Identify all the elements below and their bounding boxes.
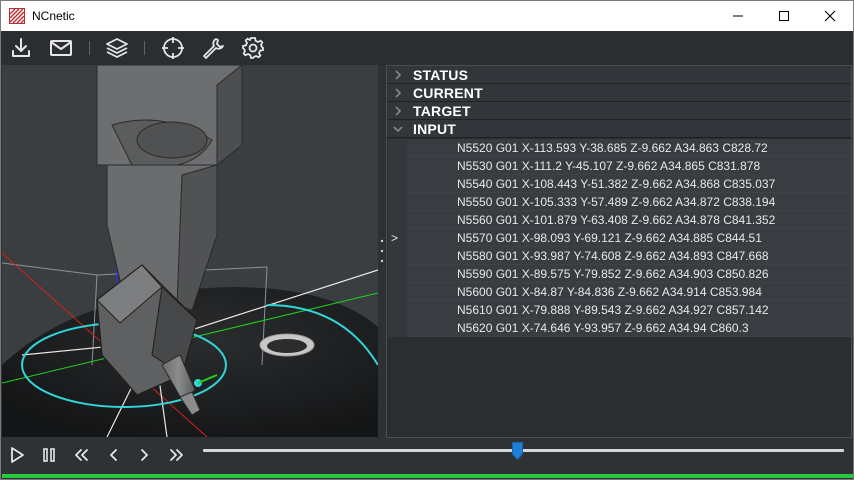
gcode-line: N5610 G01 X-79.888 Y-89.543 Z-9.662 A34.… [457,303,769,317]
section-status[interactable]: STATUS [387,66,851,84]
gcode-line: N5520 G01 X-113.593 Y-38.685 Z-9.662 A34… [457,141,768,155]
minimize-icon [733,15,743,17]
list-item[interactable]: N5550 G01 X-105.333 Y-57.489 Z-9.662 A34… [407,193,851,211]
machine-scene [2,65,378,437]
window-title: NCnetic [32,9,75,23]
maximize-icon [779,11,789,21]
maximize-button[interactable] [761,1,807,31]
crosshair-button[interactable] [160,35,186,61]
section-label: STATUS [413,67,469,83]
gcode-line: N5540 G01 X-108.443 Y-51.382 Z-9.662 A34… [457,177,776,191]
pause-icon [43,448,55,462]
section-target[interactable]: TARGET [387,102,851,120]
input-list: N5520 G01 X-113.593 Y-38.685 Z-9.662 A34… [391,139,851,337]
gcode-line: N5570 G01 X-98.093 Y-69.121 Z-9.662 A34.… [457,231,762,245]
3d-viewport[interactable] [2,65,378,437]
step-forward-icon [141,449,148,461]
splitter-grip-icon [380,239,384,263]
step-back-button[interactable] [103,444,123,466]
fast-forward-icon [170,449,183,461]
pause-button[interactable] [39,444,59,466]
list-item[interactable]: N5560 G01 X-101.879 Y-63.408 Z-9.662 A34… [407,211,851,229]
list-item[interactable]: N5610 G01 X-79.888 Y-89.543 Z-9.662 A34.… [407,301,851,319]
slider-handle[interactable] [511,442,523,460]
current-line-marker: > [391,231,399,245]
play-icon [11,447,24,463]
progress-fill [2,474,853,478]
timeline-slider[interactable] [203,442,844,460]
gcode-line: N5530 G01 X-111.2 Y-45.107 Z-9.662 A34.8… [457,159,761,173]
gcode-line: N5560 G01 X-101.879 Y-63.408 Z-9.662 A34… [457,213,776,227]
layers-button[interactable] [104,35,130,61]
gcode-line: N5590 G01 X-89.575 Y-79.852 Z-9.662 A34.… [457,267,769,281]
gear-icon [242,37,264,59]
toolbar-separator [89,41,90,55]
section-current[interactable]: CURRENT [387,84,851,102]
list-item[interactable]: N5590 G01 X-89.575 Y-79.852 Z-9.662 A34.… [407,265,851,283]
download-button[interactable] [8,35,34,61]
chevron-right-icon [395,106,402,116]
gcode-line: N5600 G01 X-84.87 Y-84.836 Z-9.662 A34.9… [457,285,762,299]
app-window: NCnetic STATUS CURRENT TARGET INPUT N552… [0,0,854,480]
title-bar: NCnetic [1,1,853,31]
list-item[interactable]: N5530 G01 X-111.2 Y-45.107 Z-9.662 A34.8… [407,157,851,175]
toolbar-separator [144,41,145,55]
chevron-right-icon [395,88,402,98]
layers-icon [106,38,128,58]
chevron-down-icon [393,126,403,133]
download-icon [12,38,30,57]
list-item[interactable]: N5520 G01 X-113.593 Y-38.685 Z-9.662 A34… [407,139,851,157]
rewind-button[interactable] [71,444,91,466]
step-forward-button[interactable] [135,444,155,466]
list-item-current[interactable]: > N5570 G01 X-98.093 Y-69.121 Z-9.662 A34… [391,229,851,247]
section-label: TARGET [413,103,471,119]
play-button[interactable] [7,444,27,466]
playback-controls [1,438,853,474]
wrench-button[interactable] [200,35,226,61]
mail-icon [50,40,72,56]
gcode-line: N5580 G01 X-93.987 Y-74.608 Z-9.662 A34.… [457,249,769,263]
section-label: INPUT [413,121,456,137]
list-item[interactable]: N5540 G01 X-108.443 Y-51.382 Z-9.662 A34… [407,175,851,193]
gcode-line: N5550 G01 X-105.333 Y-57.489 Z-9.662 A34… [457,195,776,209]
list-item[interactable]: N5600 G01 X-84.87 Y-84.836 Z-9.662 A34.9… [407,283,851,301]
chevron-right-icon [395,70,402,80]
list-item[interactable]: N5580 G01 X-93.987 Y-74.608 Z-9.662 A34.… [407,247,851,265]
panel-splitter[interactable] [378,65,386,437]
progress-bar [2,474,853,478]
hatched-logo-icon [9,8,25,24]
mail-button[interactable] [48,35,74,61]
step-back-icon [110,449,117,461]
rewind-icon [75,449,88,461]
gcode-line: N5620 G01 X-74.646 Y-93.957 Z-9.662 A34.… [457,321,749,335]
crosshair-icon [162,37,184,59]
minimize-button[interactable] [715,1,761,31]
info-panel: STATUS CURRENT TARGET INPUT N5520 G01 X-… [386,65,852,438]
wrench-icon [203,38,224,59]
section-label: CURRENT [413,85,483,101]
settings-button[interactable] [240,35,266,61]
section-input[interactable]: INPUT [387,120,851,138]
toolbar [1,31,853,65]
fast-forward-button[interactable] [167,444,187,466]
close-icon [824,10,836,22]
close-button[interactable] [807,1,853,31]
list-item[interactable]: N5620 G01 X-74.646 Y-93.957 Z-9.662 A34.… [407,319,851,337]
